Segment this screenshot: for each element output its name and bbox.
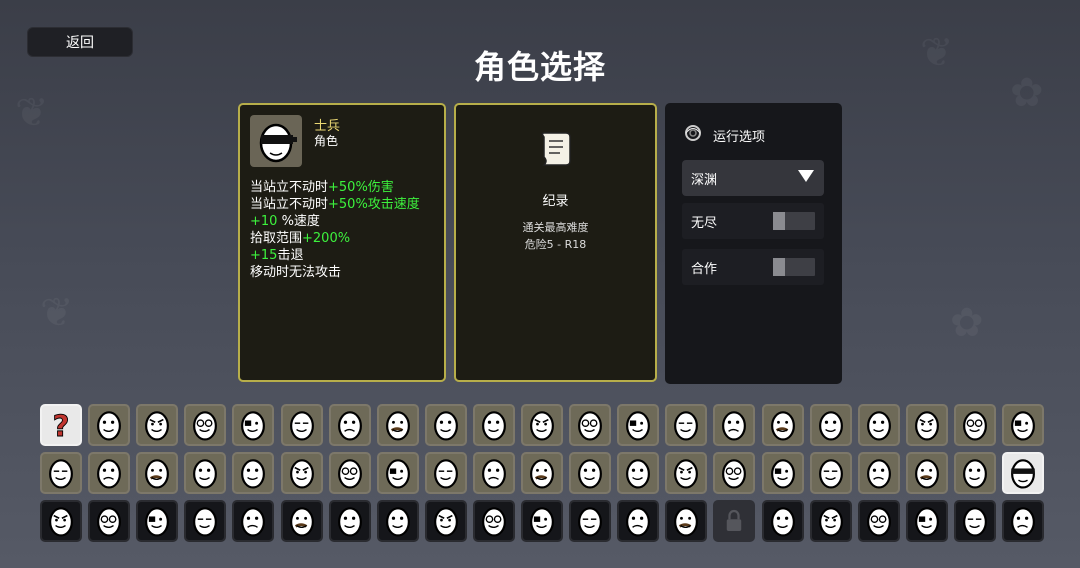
random-character-cell[interactable]: ? [40,404,82,446]
stat-line: 拾取范围+200% [250,231,351,246]
character-cell[interactable] [136,404,179,446]
stat-line: 当站立不动时+50%伤害 [250,180,394,195]
character-cell[interactable] [905,500,948,542]
character-cell[interactable] [617,452,660,494]
svg-text:?: ? [53,409,70,443]
character-cell[interactable] [328,500,371,542]
character-info-panel: 士兵 角色 当站立不动时+50%伤害 当站立不动时+50%攻击速度 +10 %速… [238,103,446,382]
character-type: 角色 [314,134,339,148]
character-cell[interactable] [665,500,708,542]
character-cell[interactable] [136,500,179,542]
character-cell-selected[interactable] [1002,452,1044,494]
character-cell[interactable] [472,404,515,446]
character-cell[interactable] [809,500,852,542]
character-cell[interactable] [280,404,323,446]
character-cell[interactable] [184,452,227,494]
character-cell[interactable] [857,500,900,542]
character-cell[interactable] [184,500,227,542]
character-cell[interactable] [809,404,852,446]
background-foliage: ✿ [950,300,984,346]
character-cell[interactable] [569,500,612,542]
character-cell[interactable] [232,452,275,494]
character-cell[interactable] [857,452,900,494]
character-cell[interactable] [232,404,275,446]
soldier-portrait-icon [250,115,302,167]
character-cell[interactable] [521,500,563,542]
character-cell[interactable] [376,500,419,542]
character-cell[interactable] [569,452,612,494]
stat-line: 当站立不动时+50%攻击速度 [250,197,420,212]
character-cell[interactable] [617,404,660,446]
padlock-icon [727,509,742,531]
character-cell[interactable] [953,404,996,446]
character-cell[interactable] [376,452,419,494]
character-cell[interactable] [569,404,612,446]
character-cell[interactable] [136,452,179,494]
run-options-title: 运行选项 [713,129,766,145]
background-foliage: ❦ [40,290,74,336]
background-foliage: ❦ [15,90,49,136]
difficulty-dropdown[interactable]: 深渊 [682,160,824,196]
stat-line: +10 %速度 [250,214,320,229]
character-cell[interactable] [376,404,419,446]
coop-label: 合作 [691,261,718,277]
record-value: 危险5 - R18 [524,238,587,251]
character-cell[interactable] [761,452,804,494]
record-panel: 纪录 通关最高难度 危险5 - R18 [454,103,657,382]
character-cell[interactable] [328,404,371,446]
character-cell[interactable] [905,452,948,494]
character-cell[interactable] [1002,404,1044,446]
coop-toggle[interactable] [773,258,815,276]
scroll-icon [538,129,574,173]
character-cell[interactable] [424,500,467,542]
record-description: 通关最高难度 [522,221,589,234]
difficulty-selected: 深渊 [691,172,718,188]
character-cell[interactable] [88,404,131,446]
endless-toggle[interactable] [773,212,815,230]
character-cell[interactable] [88,452,131,494]
character-cell[interactable] [713,452,756,494]
run-options-header: 运行选项 [683,123,765,147]
character-cell[interactable] [761,500,804,542]
character-cell[interactable] [665,452,708,494]
character-cell[interactable] [40,452,82,494]
character-cell[interactable] [40,500,82,542]
character-cell[interactable] [232,500,275,542]
character-cell[interactable] [328,452,371,494]
run-options-panel: 运行选项 深渊 无尽 合作 [665,103,842,384]
character-cell[interactable] [472,500,515,542]
endless-label: 无尽 [691,215,718,231]
character-cell[interactable] [953,500,996,542]
endless-toggle-row[interactable]: 无尽 [682,203,824,239]
character-cell[interactable] [424,404,467,446]
stat-line: 移动时无法攻击 [250,265,342,280]
locked-character-cell[interactable] [713,500,756,542]
record-label: 纪录 [542,194,569,209]
question-mark-icon: ? [52,408,70,443]
stat-line: +15击退 [250,248,304,263]
character-cell[interactable] [280,500,323,542]
triangle-down-icon [797,169,815,187]
character-cell[interactable] [1002,500,1044,542]
page-title: 角色选择 [473,48,606,86]
character-cell[interactable] [472,452,515,494]
coop-toggle-row[interactable]: 合作 [682,249,824,285]
character-cell[interactable] [713,404,756,446]
character-cell[interactable] [761,404,804,446]
character-cell[interactable] [665,404,708,446]
character-cell[interactable] [88,500,131,542]
character-cell[interactable] [953,452,996,494]
character-cell[interactable] [809,452,852,494]
character-cell[interactable] [521,404,563,446]
character-cell[interactable] [184,404,227,446]
character-cell[interactable] [617,500,660,542]
character-cell[interactable] [280,452,323,494]
character-cell[interactable] [424,452,467,494]
character-cell[interactable] [857,404,900,446]
character-stats: 当站立不动时+50%伤害 当站立不动时+50%攻击速度 +10 %速度 拾取范围… [250,179,420,281]
character-cell[interactable] [521,452,563,494]
vortex-icon [683,123,703,147]
character-cell[interactable] [905,404,948,446]
